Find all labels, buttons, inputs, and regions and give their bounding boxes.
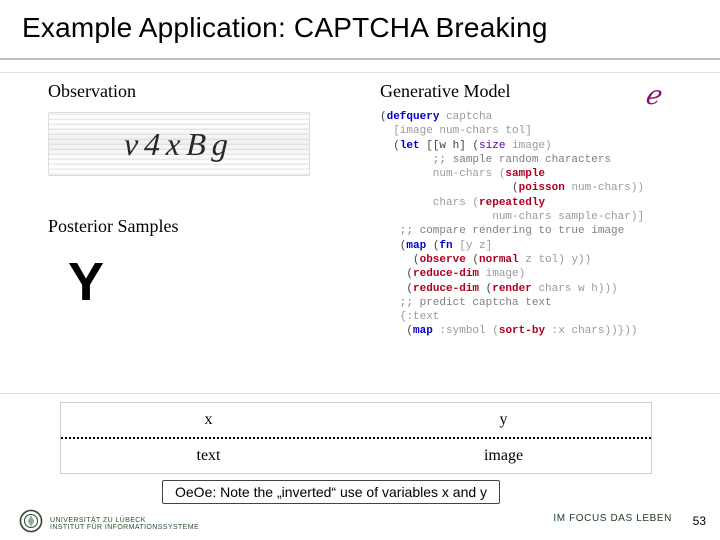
- code-tok: sort-by: [499, 325, 545, 337]
- code-tok: chars (: [380, 197, 479, 209]
- variable-table: x y text image: [60, 402, 652, 474]
- footer: UNIVERSITÄT ZU LÜBECK INSTITUT FÜR INFOR…: [0, 515, 720, 540]
- code-tok: defquery: [387, 111, 440, 123]
- code-tok: (: [479, 283, 492, 295]
- code-tok: ;; compare rendering to true image: [380, 225, 624, 237]
- university-seal-icon: [18, 508, 44, 534]
- code-tok: (: [426, 240, 439, 252]
- code-tok: reduce-dim: [413, 268, 479, 280]
- uni-line-2: INSTITUT FÜR INFORMATIONSSYSTEME: [50, 524, 199, 532]
- cell-y: y: [356, 403, 651, 437]
- code-tok: poisson: [519, 182, 565, 194]
- code-tok: render: [492, 283, 532, 295]
- code-tok: (: [380, 325, 413, 337]
- code-tok: repeatedly: [479, 197, 545, 209]
- content-area: Observation v4xBg Posterior Samples Y Ge…: [0, 72, 720, 394]
- code-tok: captcha: [439, 111, 492, 123]
- code-tok: (: [380, 140, 400, 152]
- observation-heading: Observation: [48, 81, 348, 102]
- code-tok: :x chars))})): [545, 325, 637, 337]
- page-title: Example Application: CAPTCHA Breaking: [22, 12, 548, 44]
- code-tok: (: [380, 254, 420, 266]
- code-tok: let: [400, 140, 420, 152]
- code-tok: z tol) y)): [519, 254, 592, 266]
- code-tok: (: [466, 254, 479, 266]
- code-tok: ;; predict captcha text: [380, 297, 552, 309]
- posterior-heading: Posterior Samples: [48, 216, 348, 237]
- generative-model-heading: Generative Model: [380, 81, 690, 102]
- title-divider: [0, 58, 720, 60]
- cell-image: image: [356, 439, 651, 473]
- cell-x: x: [61, 403, 356, 437]
- code-tok: {:text: [380, 311, 439, 323]
- code-tok: chars w h))): [532, 283, 618, 295]
- code-tok: [image num-chars tol]: [380, 125, 532, 137]
- code-tok: map: [406, 240, 426, 252]
- code-tok: (: [380, 268, 413, 280]
- right-column: Generative Model ℯ (defquery captcha [im…: [380, 81, 690, 339]
- code-tok: :symbol (: [433, 325, 499, 337]
- code-tok: (: [380, 240, 406, 252]
- page-number: 53: [693, 514, 706, 528]
- code-tok: size: [479, 140, 505, 152]
- code-tok: image): [479, 268, 525, 280]
- slide: Example Application: CAPTCHA Breaking Ob…: [0, 0, 720, 540]
- code-tok: reduce-dim: [413, 283, 479, 295]
- posterior-sample-glyph: Y: [48, 255, 348, 309]
- table-row: text image: [61, 439, 651, 473]
- code-tok: (: [380, 182, 519, 194]
- university-name: UNIVERSITÄT ZU LÜBECK INSTITUT FÜR INFOR…: [50, 517, 199, 532]
- code-tok: num-chars sample-char)]: [380, 211, 644, 223]
- code-tok: num-chars (: [380, 168, 505, 180]
- code-tok: sample: [505, 168, 545, 180]
- code-tok: observe: [420, 254, 466, 266]
- annotation-note: OeOe: Note the „inverted“ use of variabl…: [162, 480, 500, 504]
- code-tok: [[w h] (: [420, 140, 479, 152]
- code-tok: (: [380, 283, 413, 295]
- footer-motto: IM FOCUS DAS LEBEN: [553, 513, 672, 524]
- code-block: (defquery captcha [image num-chars tol] …: [380, 110, 690, 339]
- captcha-text: v4xBg: [123, 126, 235, 163]
- anglican-logo-icon: ℯ: [645, 81, 660, 111]
- code-tok: fn: [439, 240, 452, 252]
- code-tok: image): [505, 140, 551, 152]
- code-tok: num-chars)): [565, 182, 644, 194]
- table-row: x y: [61, 403, 651, 439]
- left-column: Observation v4xBg Posterior Samples Y: [48, 81, 348, 309]
- code-tok: normal: [479, 254, 519, 266]
- cell-text: text: [61, 439, 356, 473]
- code-tok: (: [380, 111, 387, 123]
- code-tok: [y z]: [453, 240, 493, 252]
- captcha-image: v4xBg: [48, 112, 310, 176]
- code-tok: ;; sample random characters: [380, 154, 611, 166]
- code-tok: map: [413, 325, 433, 337]
